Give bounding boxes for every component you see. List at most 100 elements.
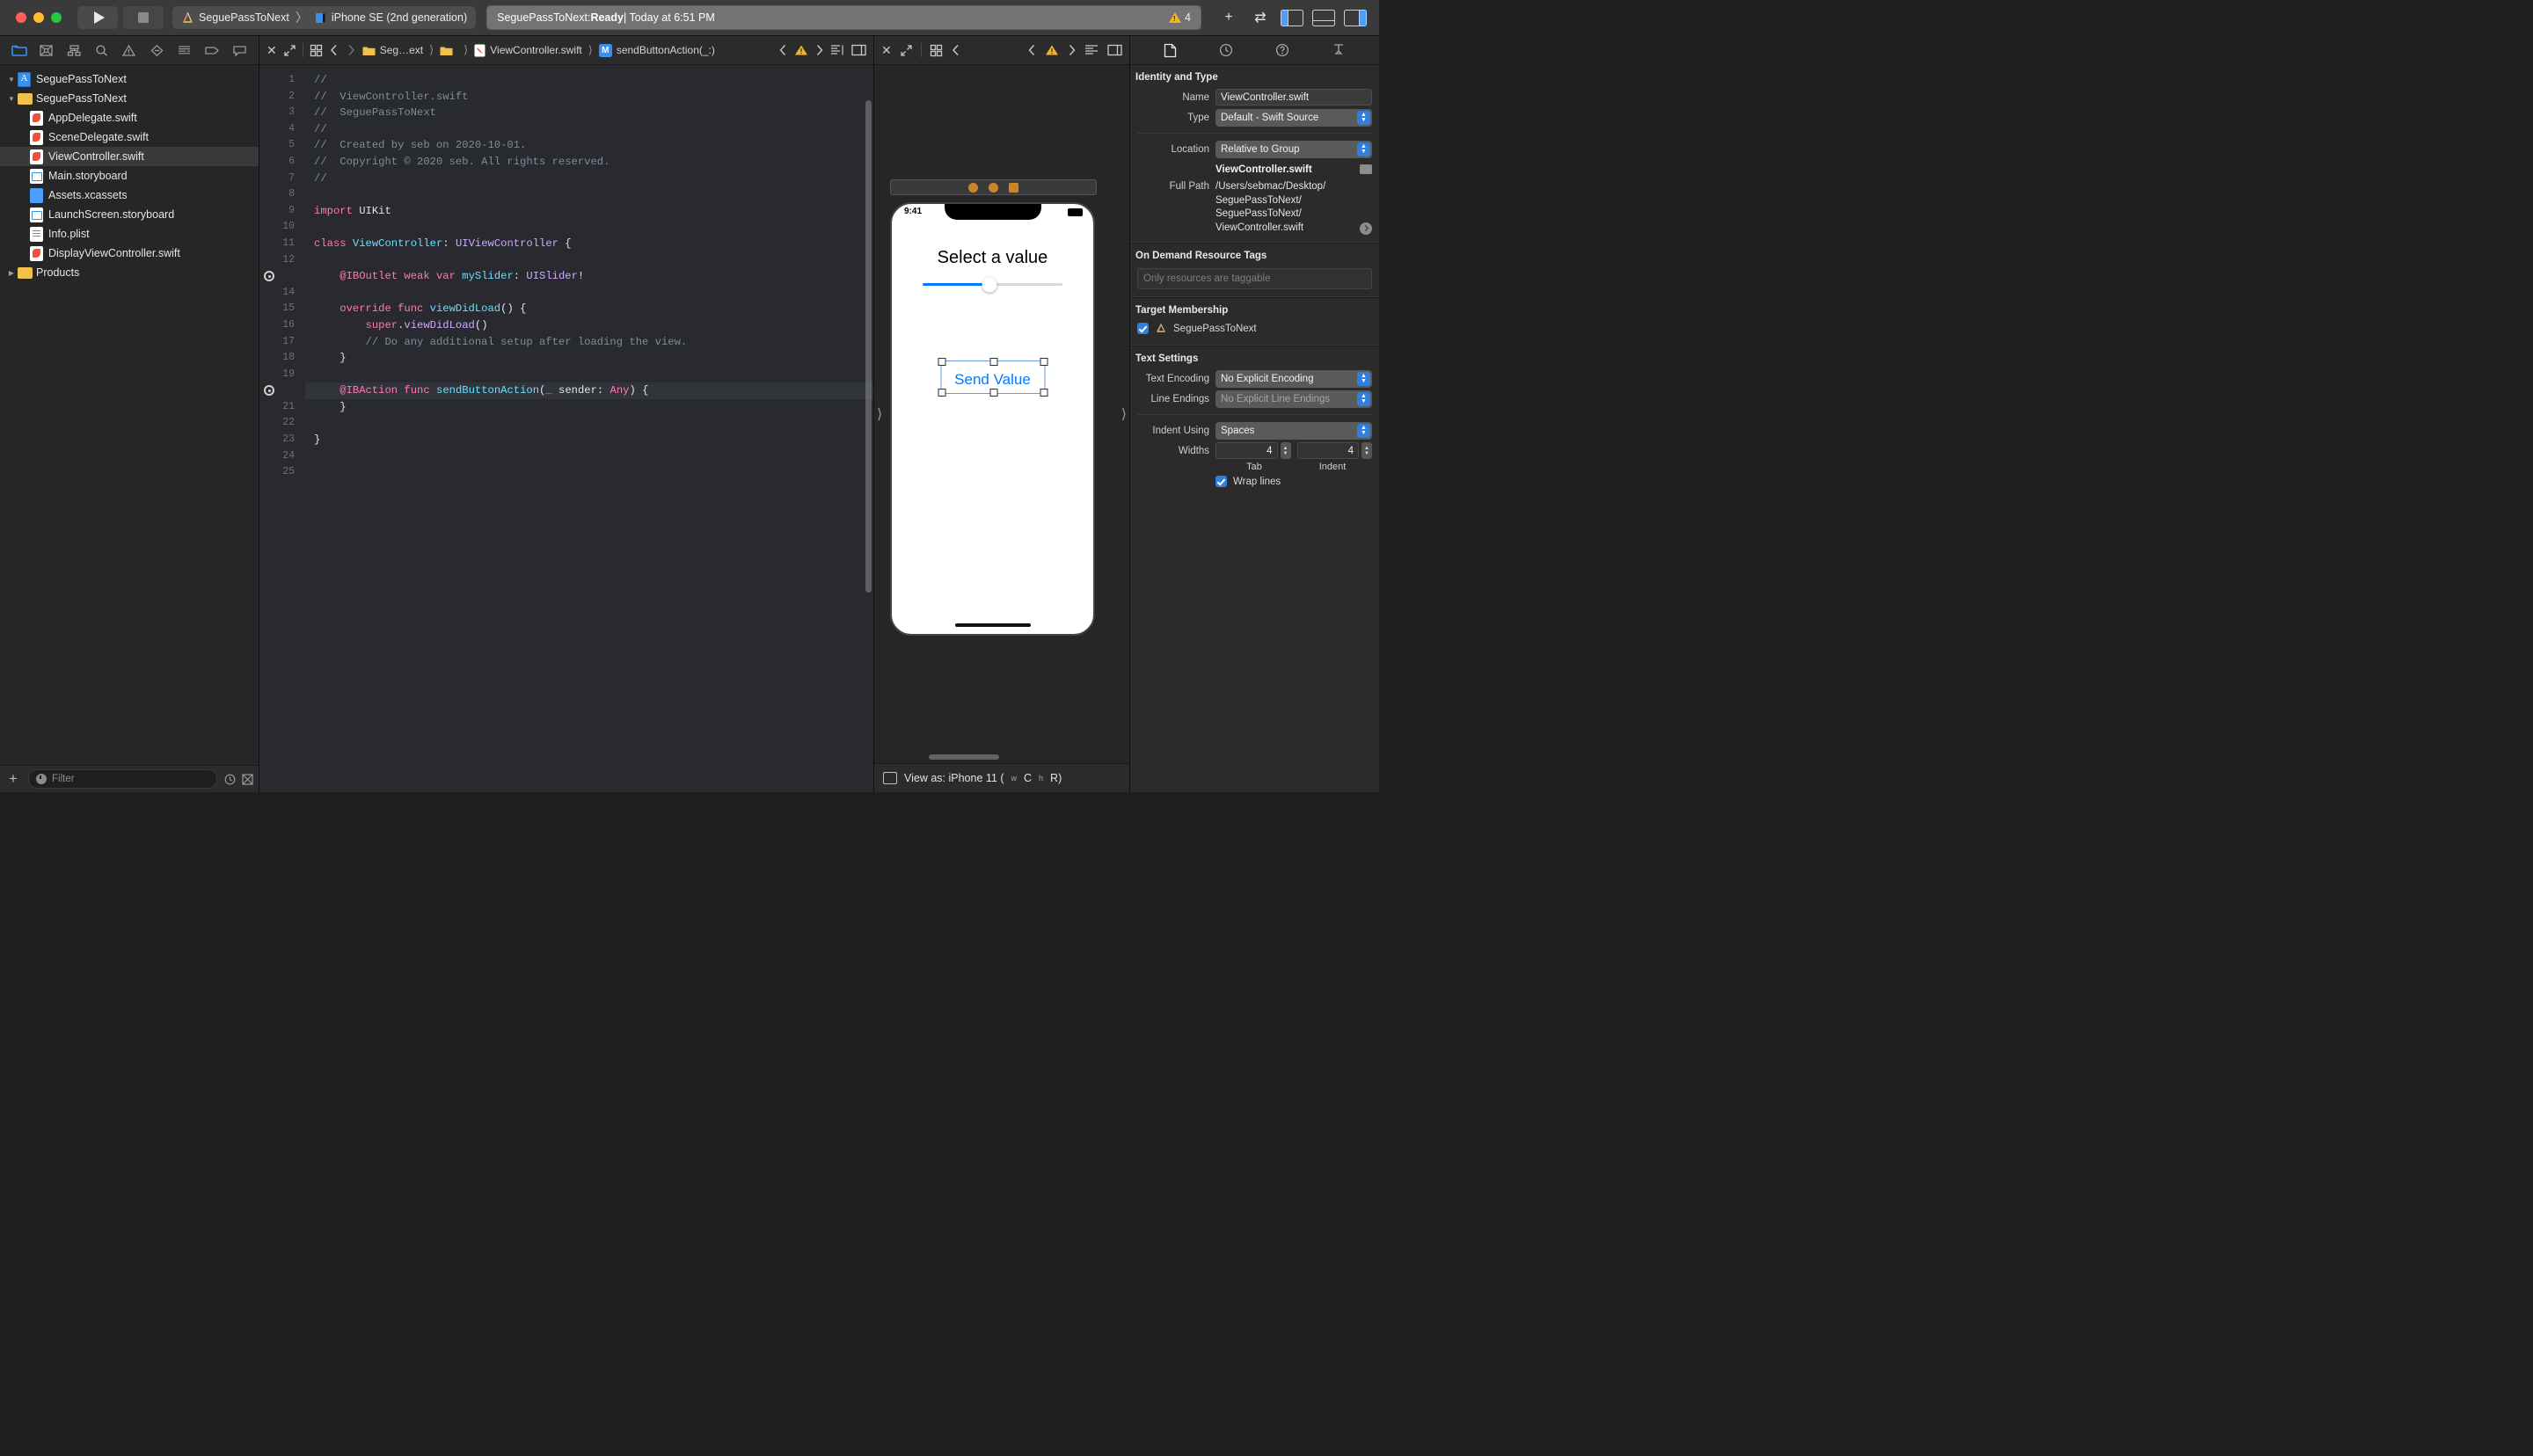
code-line-4[interactable]: // xyxy=(305,121,873,138)
assistant-next-issue-icon[interactable] xyxy=(1067,44,1077,56)
code-line-17[interactable]: // Do any additional setup after loading… xyxy=(305,334,873,351)
iphone-screen[interactable]: 9:41 Select a value Send Value xyxy=(890,202,1095,636)
breadcrumb-file[interactable]: ViewController.swift xyxy=(474,44,582,57)
gutter-line-23[interactable]: 23 xyxy=(259,432,305,448)
resize-handle-br[interactable] xyxy=(1040,389,1048,397)
stop-button[interactable] xyxy=(123,6,164,29)
tab-width-stepper[interactable]: 4 ▲ ▼ xyxy=(1215,442,1291,459)
code-line-21[interactable]: } xyxy=(305,399,873,416)
navigator-tab-debug[interactable] xyxy=(171,36,198,64)
tree-item-appdelegate-swift[interactable]: AppDelegate.swift xyxy=(0,108,259,127)
warning-chip[interactable]: 4 xyxy=(1169,11,1191,24)
tree-item-seguepasstonext[interactable]: ▼ SeguePassToNext xyxy=(0,69,259,89)
inspector-tab-pin[interactable] xyxy=(1332,43,1346,57)
gutter-line-20[interactable] xyxy=(259,382,305,399)
tree-item-assets-xcassets[interactable]: Assets.xcassets xyxy=(0,186,259,205)
breakpoint-icon[interactable] xyxy=(264,271,274,282)
tree-item-displayviewcontroller-swift[interactable]: DisplayViewController.swift xyxy=(0,244,259,263)
first-responder-dock-icon[interactable] xyxy=(989,182,998,193)
gutter-line-24[interactable]: 24 xyxy=(259,448,305,465)
navigator-tab-test[interactable] xyxy=(143,36,171,64)
gutter-line-6[interactable]: 6 xyxy=(259,154,305,171)
assistant-go-back-icon[interactable] xyxy=(951,44,961,56)
source-control-filter-icon[interactable] xyxy=(242,773,253,785)
scene-dock[interactable] xyxy=(890,179,1097,195)
inspector-tab-quick-help[interactable] xyxy=(1275,43,1289,57)
code-line-10[interactable] xyxy=(305,219,873,236)
tab-width-stepper-buttons[interactable]: ▲ ▼ xyxy=(1280,442,1291,459)
tree-item-products[interactable]: ▶ Products xyxy=(0,263,259,282)
resize-handle-tl[interactable] xyxy=(938,358,945,366)
assistant-split-icon[interactable] xyxy=(1107,44,1122,56)
gutter-line-7[interactable]: 7 xyxy=(259,171,305,187)
run-button[interactable] xyxy=(77,6,118,29)
gutter-line-18[interactable]: 18 xyxy=(259,350,305,367)
code-line-11[interactable]: class ViewController: UIViewController { xyxy=(305,236,873,252)
navigator-tab-report[interactable] xyxy=(226,36,253,64)
wrap-lines-row[interactable]: Wrap lines xyxy=(1130,472,1379,491)
gutter-line-9[interactable]: 9 xyxy=(259,203,305,220)
ui-slider[interactable] xyxy=(923,277,1062,292)
resize-handle-tc[interactable] xyxy=(989,358,997,366)
gutter-line-4[interactable]: 4 xyxy=(259,121,305,138)
code-line-25[interactable] xyxy=(305,464,873,481)
code-line-8[interactable] xyxy=(305,186,873,203)
tree-item-info-plist[interactable]: Info.plist xyxy=(0,224,259,244)
breadcrumb-group[interactable] xyxy=(440,45,457,56)
gutter-line-17[interactable]: 17 xyxy=(259,334,305,351)
gutter-line-15[interactable]: 15 xyxy=(259,301,305,317)
breadcrumb-project[interactable]: Seg…ext xyxy=(362,44,423,56)
next-issue-icon[interactable] xyxy=(814,44,824,56)
gutter-line-11[interactable]: 11 xyxy=(259,236,305,252)
code-line-13[interactable]: @IBOutlet weak var mySlider: UISlider! xyxy=(305,268,873,285)
code-line-14[interactable] xyxy=(305,285,873,302)
line-endings-popup[interactable]: No Explicit Line Endings ▲ ▼ xyxy=(1215,389,1372,408)
navigator-tab-breakpoint[interactable] xyxy=(198,36,225,64)
expand-editor-icon[interactable] xyxy=(283,44,296,57)
gutter-line-13[interactable] xyxy=(259,268,305,285)
zoom-window-button[interactable] xyxy=(51,12,62,23)
view-controller-dock-icon[interactable] xyxy=(968,182,978,193)
go-forward-icon[interactable] xyxy=(346,44,356,56)
assistant-prev-issue-icon[interactable] xyxy=(1027,44,1037,56)
assistant-minimap-icon[interactable] xyxy=(1084,44,1099,56)
target-membership-checkbox[interactable] xyxy=(1137,323,1149,334)
related-items-icon[interactable] xyxy=(310,44,323,57)
tree-item-main-storyboard[interactable]: Main.storyboard xyxy=(0,166,259,186)
inspector-tab-file[interactable] xyxy=(1164,43,1177,58)
code-line-1[interactable]: // xyxy=(305,72,873,89)
gutter-line-19[interactable]: 19 xyxy=(259,367,305,383)
code-line-15[interactable]: override func viewDidLoad() { xyxy=(305,301,873,317)
close-editor-icon[interactable]: ✕ xyxy=(266,43,277,58)
code-line-20[interactable]: @IBAction func sendButtonAction(_ sender… xyxy=(305,382,873,399)
gutter-line-14[interactable]: 14 xyxy=(259,285,305,302)
code-line-3[interactable]: // SeguePassToNext xyxy=(305,105,873,121)
code-line-18[interactable]: } xyxy=(305,350,873,367)
source-text[interactable]: //// ViewController.swift// SeguePassToN… xyxy=(305,65,873,792)
gutter-line-1[interactable]: 1 xyxy=(259,72,305,89)
gutter-line-22[interactable]: 22 xyxy=(259,415,305,432)
indent-width-stepper[interactable]: 4 ▲ ▼ xyxy=(1296,442,1372,459)
assistant-warning-icon[interactable] xyxy=(1045,44,1059,56)
storyboard-canvas[interactable]: ⟩ ⟩ 9:41 Select a value Send Value xyxy=(874,65,1129,763)
indent-using-popup[interactable]: Spaces ▲ ▼ xyxy=(1215,421,1372,440)
breadcrumb-method[interactable]: M sendButtonAction(_:) xyxy=(598,43,715,57)
breakpoint-icon[interactable] xyxy=(264,385,274,397)
tree-item-viewcontroller-swift[interactable]: ViewController.swift xyxy=(0,147,259,166)
code-line-16[interactable]: super.viewDidLoad() xyxy=(305,317,873,334)
code-line-2[interactable]: // ViewController.swift xyxy=(305,89,873,106)
code-line-22[interactable] xyxy=(305,415,873,432)
canvas-next-arrow[interactable]: ⟩ xyxy=(1121,405,1127,423)
toggle-navigator-button[interactable] xyxy=(1277,6,1307,29)
source-code-area[interactable]: 1 2 3 4 5 6 7 8 9 10 11 12 14 15 16 17 18 19 21 22 23 24 25 //… xyxy=(259,65,873,792)
minimap-toggle-icon[interactable] xyxy=(830,44,845,56)
expand-assistant-icon[interactable] xyxy=(900,44,913,57)
gutter-line-12[interactable]: 12 xyxy=(259,252,305,269)
code-line-19[interactable] xyxy=(305,367,873,383)
gutter-line-2[interactable]: 2 xyxy=(259,89,305,106)
issue-warning-icon[interactable] xyxy=(794,44,808,56)
odr-tags-field[interactable]: Only resources are taggable xyxy=(1137,268,1372,289)
gutter-line-25[interactable]: 25 xyxy=(259,464,305,481)
code-line-24[interactable] xyxy=(305,448,873,465)
name-input[interactable]: ViewController.swift xyxy=(1215,89,1372,106)
